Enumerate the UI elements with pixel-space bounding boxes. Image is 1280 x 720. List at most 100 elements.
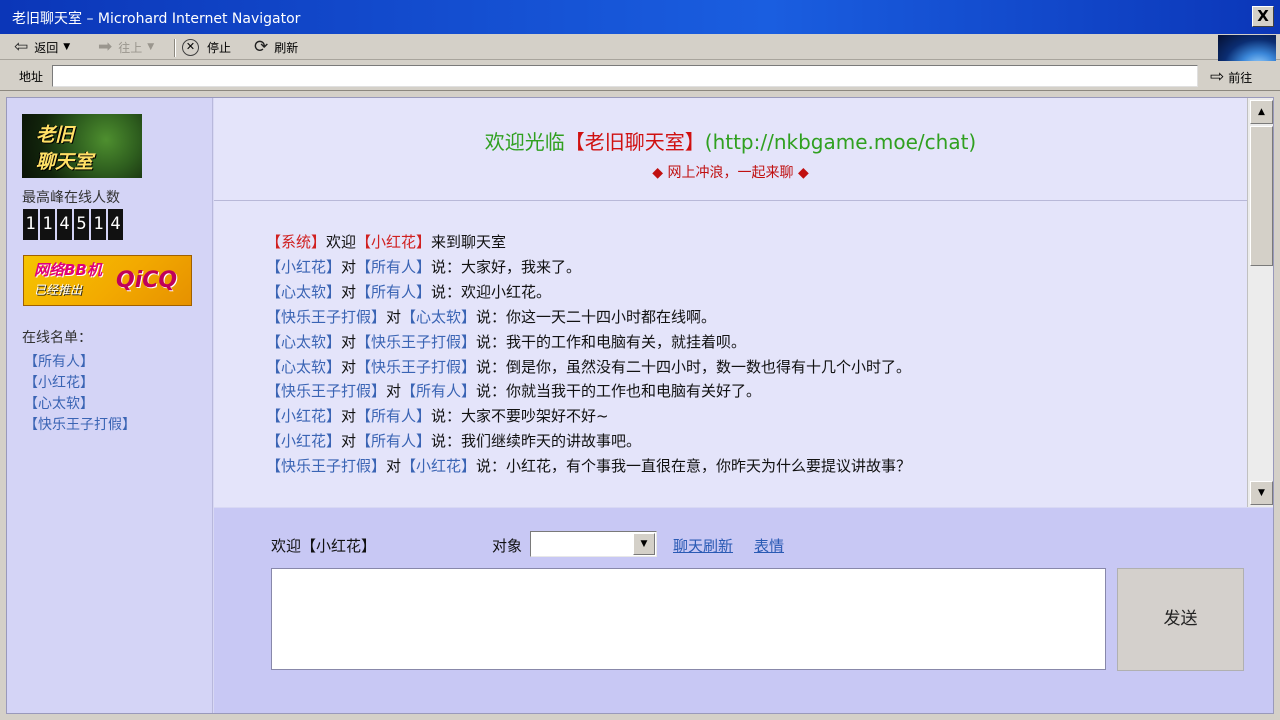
current-user-greeting: 欢迎【小红花】 — [271, 537, 377, 555]
message-scrollbar[interactable]: ▲ ▼ — [1247, 98, 1273, 507]
stop-label: 停止 — [207, 40, 232, 55]
message-sender[interactable]: 【小红花】 — [266, 407, 341, 425]
message-connector: 对 — [386, 457, 402, 476]
message-line: 【心太软】对【所有人】说：欢迎小红花。 — [266, 280, 911, 305]
refresh-button[interactable]: ⟳ 刷新 — [254, 36, 298, 58]
welcome-subtitle: ◆ 网上冲浪，一起来聊 ◆ — [652, 165, 809, 181]
sidebar: 老旧 聊天室 最高峰在线人数 1 1 4 5 1 4 网络BB机 已经推出 Qi… — [7, 98, 213, 713]
stop-button[interactable]: ✕ 停止 — [182, 36, 231, 58]
message-text: 说：倒是你，虽然没有二十四小时，数一数也得有十几个小时了。 — [476, 357, 912, 376]
message-area: 欢迎光临【老旧聊天室】(http://nkbgame.moe/chat) ◆ 网… — [214, 98, 1247, 507]
message-sender[interactable]: 【快乐王子打假】 — [266, 308, 386, 326]
forward-button[interactable]: ➡ 往上 ▼ — [98, 36, 154, 58]
input-panel: 欢迎【小红花】 对象 ▼ 聊天刷新 表情 发送 — [214, 508, 1273, 713]
message-connector: 对 — [341, 432, 357, 451]
banner-line2: 已经推出 — [34, 283, 83, 297]
message-recipient[interactable]: 【所有人】 — [356, 432, 431, 450]
go-label: 前往 — [1228, 70, 1253, 85]
message-sender[interactable]: 【心太软】 — [266, 283, 341, 301]
send-button[interactable]: 发送 — [1117, 568, 1244, 671]
message-recipient[interactable]: 【所有人】 — [356, 407, 431, 425]
message-recipient[interactable]: 【所有人】 — [356, 258, 431, 276]
message-text: 说：我们继续昨天的讲故事吧。 — [431, 432, 642, 451]
message-line: 【小红花】对【所有人】说：大家好，我来了。 — [266, 255, 911, 280]
counter-digit: 1 — [40, 209, 55, 240]
logo-line2: 聊天室 — [36, 151, 94, 173]
message-text: 欢迎 — [326, 233, 357, 251]
scroll-up-icon[interactable]: ▲ — [1250, 100, 1273, 124]
arrow-right-icon: ⇨ — [1210, 67, 1225, 87]
title-bar: 老旧聊天室 – Microhard Internet Navigator X — [0, 0, 1280, 34]
close-button[interactable]: X — [1252, 6, 1274, 27]
welcome-url: (http://nkbgame.moe/chat) — [704, 130, 977, 154]
message-list: 【系统】欢迎【小红花】来到聊天室 【小红花】对【所有人】说：大家好，我来了。 【… — [266, 230, 911, 479]
stop-icon: ✕ — [182, 38, 199, 56]
scroll-thumb[interactable] — [1250, 126, 1273, 266]
message-text: 说：大家好，我来了。 — [431, 257, 582, 276]
refresh-label: 刷新 — [274, 40, 299, 55]
peak-online-label: 最高峰在线人数 — [22, 190, 120, 206]
online-user[interactable]: 【心太软】 — [24, 394, 136, 415]
message-system-tag: 【系统】 — [266, 233, 327, 251]
message-user[interactable]: 【小红花】 — [356, 233, 431, 251]
toolbar: ⇦ 返回 ▼ ➡ 往上 ▼ ✕ 停止 ⟳ 刷新 — [0, 34, 1280, 61]
message-recipient[interactable]: 【心太软】 — [401, 308, 476, 326]
back-label: 返回 — [34, 40, 59, 55]
banner-brand: QiCQ — [116, 268, 178, 293]
message-line: 【快乐王子打假】对【所有人】说：你就当我干的工作也和电脑有关好了。 — [266, 379, 911, 404]
message-line: 【心太软】对【快乐王子打假】说：倒是你，虽然没有二十四小时，数一数也得有十几个小… — [266, 355, 911, 380]
message-recipient[interactable]: 【所有人】 — [356, 283, 431, 301]
message-line: 【小红花】对【所有人】说：大家不要吵架好不好~ — [266, 404, 911, 429]
message-line: 【系统】欢迎【小红花】来到聊天室 — [266, 230, 911, 255]
forward-label: 往上 — [118, 40, 143, 55]
back-dropdown-icon[interactable]: ▼ — [63, 42, 70, 52]
message-text: 说：小红花，有个事我一直很在意，你昨天为什么要提议讲故事？ — [476, 457, 912, 476]
peak-online-counter: 1 1 4 5 1 4 — [23, 209, 123, 240]
message-line: 【快乐王子打假】对【小红花】说：小红花，有个事我一直很在意，你昨天为什么要提议讲… — [266, 454, 911, 479]
message-recipient[interactable]: 【所有人】 — [401, 382, 476, 400]
message-text: 说：欢迎小红花。 — [431, 282, 552, 301]
scroll-down-icon[interactable]: ▼ — [1250, 481, 1273, 505]
online-user[interactable]: 【快乐王子打假】 — [24, 415, 136, 436]
message-connector: 对 — [386, 307, 402, 326]
chatroom-logo: 老旧 聊天室 — [22, 114, 142, 178]
chevron-down-icon[interactable]: ▼ — [633, 533, 655, 555]
message-connector: 对 — [341, 332, 357, 351]
address-bar: 地址 ⇨ 前往 — [0, 61, 1280, 91]
message-sender[interactable]: 【心太软】 — [266, 358, 341, 376]
go-button[interactable]: ⇨ 前往 — [1210, 67, 1252, 87]
banner-line1: 网络BB机 — [34, 261, 102, 279]
message-sender[interactable]: 【快乐王子打假】 — [266, 382, 386, 400]
browser-logo — [1218, 35, 1276, 61]
message-sender[interactable]: 【快乐王子打假】 — [266, 457, 386, 475]
online-user[interactable]: 【小红花】 — [24, 373, 136, 394]
message-input[interactable] — [271, 568, 1106, 670]
online-list-title: 在线名单： — [22, 330, 92, 346]
target-select[interactable]: ▼ — [530, 531, 657, 557]
back-button[interactable]: ⇦ 返回 ▼ — [14, 36, 70, 58]
address-input[interactable] — [52, 65, 1198, 87]
arrow-left-icon: ⇦ — [14, 37, 29, 57]
message-recipient[interactable]: 【小红花】 — [401, 457, 476, 475]
message-line: 【快乐王子打假】对【心太软】说：你这一天二十四小时都在线啊。 — [266, 305, 911, 330]
forward-dropdown-icon[interactable]: ▼ — [147, 42, 154, 52]
chat-header: 欢迎光临【老旧聊天室】(http://nkbgame.moe/chat) ◆ 网… — [214, 98, 1247, 201]
message-sender[interactable]: 【小红花】 — [266, 432, 341, 450]
online-user-list: 【所有人】 【小红花】 【心太软】 【快乐王子打假】 — [24, 352, 136, 436]
message-text: 说：你就当我干的工作也和电脑有关好了。 — [476, 382, 762, 401]
chat-refresh-link[interactable]: 聊天刷新 — [673, 535, 733, 556]
qicq-ad-banner[interactable]: 网络BB机 已经推出 QiCQ — [23, 255, 192, 306]
counter-digit: 1 — [91, 209, 106, 240]
emote-link[interactable]: 表情 — [754, 535, 784, 556]
message-connector: 对 — [341, 282, 357, 301]
refresh-icon: ⟳ — [254, 37, 269, 57]
window-title: 老旧聊天室 – Microhard Internet Navigator — [12, 11, 301, 27]
message-sender[interactable]: 【小红花】 — [266, 258, 341, 276]
message-sender[interactable]: 【心太软】 — [266, 333, 341, 351]
online-user[interactable]: 【所有人】 — [24, 352, 136, 373]
message-line: 【小红花】对【所有人】说：我们继续昨天的讲故事吧。 — [266, 429, 911, 454]
message-recipient[interactable]: 【快乐王子打假】 — [356, 358, 476, 376]
message-recipient[interactable]: 【快乐王子打假】 — [356, 333, 476, 351]
message-text: 说：大家不要吵架好不好~ — [431, 407, 609, 426]
message-text: 说：我干的工作和电脑有关，就挂着呗。 — [476, 332, 747, 351]
